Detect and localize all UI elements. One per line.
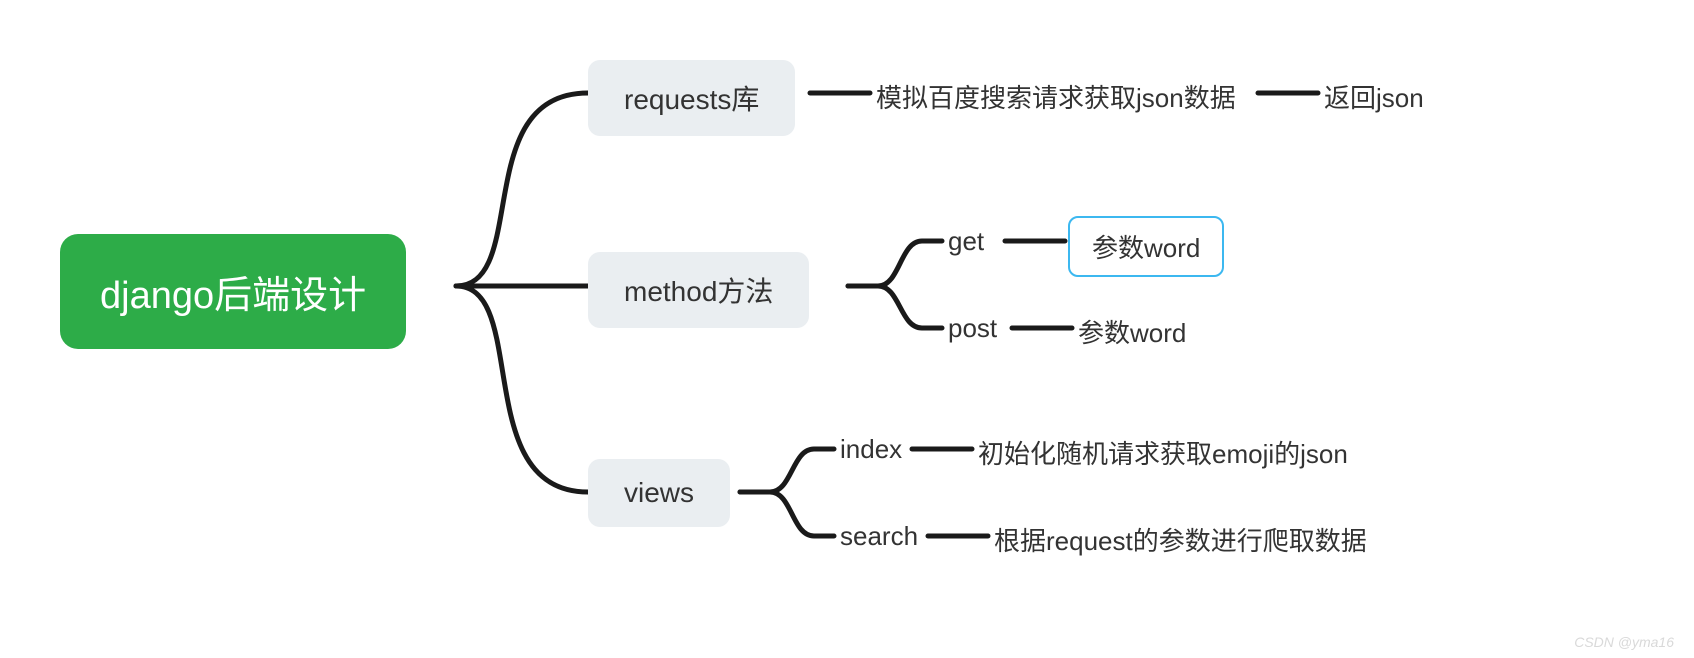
branch-requests-label: requests库 [624, 78, 759, 118]
leaf-method-get[interactable]: get [948, 226, 984, 257]
branch-views-label: views [624, 477, 694, 509]
leaf-method-post-param-label: 参数word [1078, 313, 1186, 350]
leaf-method-get-label: get [948, 226, 984, 257]
leaf-views-search[interactable]: search [840, 521, 918, 552]
leaf-requests-desc-label: 模拟百度搜索请求获取json数据 [876, 78, 1236, 115]
leaf-views-index-label: index [840, 434, 902, 465]
leaf-method-post-label: post [948, 313, 997, 344]
branch-method[interactable]: method方法 [588, 252, 809, 328]
leaf-requests-return[interactable]: 返回json [1324, 78, 1424, 115]
leaf-requests-return-label: 返回json [1324, 78, 1424, 115]
leaf-views-search-label: search [840, 521, 918, 552]
leaf-method-post[interactable]: post [948, 313, 997, 344]
leaf-requests-desc[interactable]: 模拟百度搜索请求获取json数据 [876, 78, 1236, 115]
branch-method-label: method方法 [624, 270, 773, 310]
leaf-views-search-desc-label: 根据request的参数进行爬取数据 [994, 521, 1367, 558]
branch-views[interactable]: views [588, 459, 730, 527]
watermark-text: CSDN @yma16 [1574, 634, 1674, 650]
root-label: django后端设计 [100, 264, 366, 319]
branch-requests[interactable]: requests库 [588, 60, 795, 136]
leaf-method-get-param[interactable]: 参数word [1068, 216, 1224, 277]
leaf-method-post-param[interactable]: 参数word [1078, 313, 1186, 350]
leaf-views-search-desc[interactable]: 根据request的参数进行爬取数据 [994, 521, 1367, 558]
leaf-views-index-desc[interactable]: 初始化随机请求获取emoji的json [978, 434, 1348, 471]
root-node[interactable]: django后端设计 [60, 234, 406, 349]
leaf-method-get-param-label: 参数word [1092, 228, 1200, 265]
leaf-views-index[interactable]: index [840, 434, 902, 465]
leaf-views-index-desc-label: 初始化随机请求获取emoji的json [978, 434, 1348, 471]
